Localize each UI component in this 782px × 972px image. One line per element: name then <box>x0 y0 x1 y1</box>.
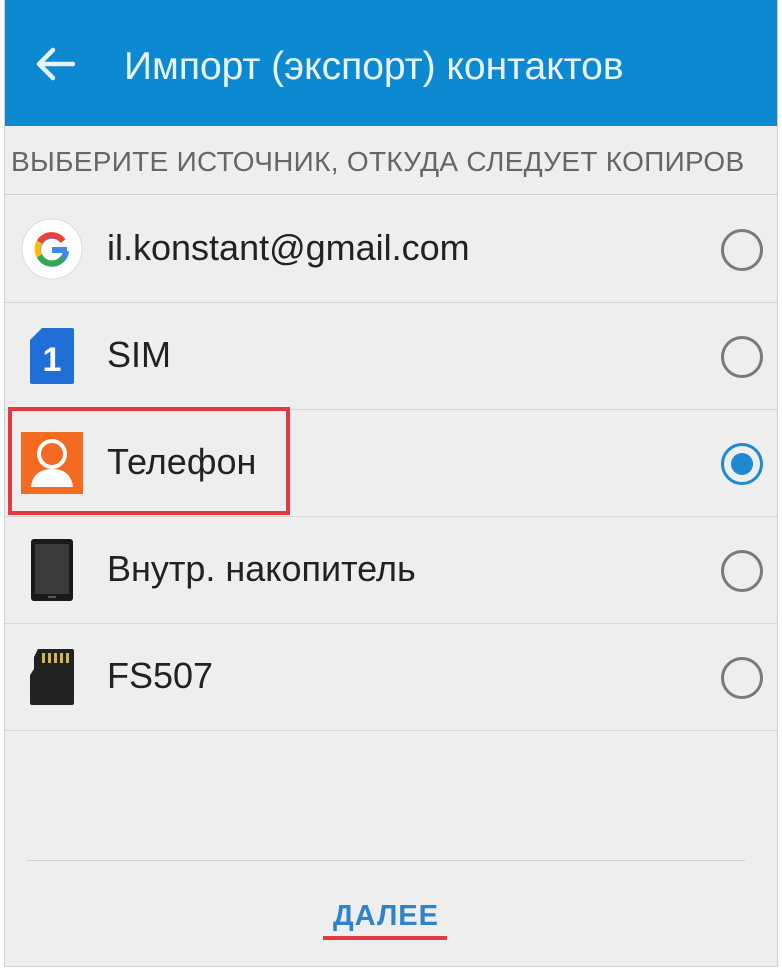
sd-card-icon <box>19 644 85 710</box>
source-item-sd-card[interactable]: FS507 <box>5 624 777 731</box>
source-item-internal-storage[interactable]: Внутр. накопитель <box>5 517 777 624</box>
source-label: FS507 <box>107 655 214 696</box>
sim-badge-text: 1 <box>43 341 62 379</box>
radio-button[interactable] <box>721 229 763 271</box>
source-item-google[interactable]: il.konstant@gmail.com <box>5 196 777 303</box>
back-button[interactable] <box>31 40 79 88</box>
radio-button[interactable] <box>721 657 763 699</box>
radio-button-selected[interactable] <box>721 443 763 485</box>
google-icon <box>19 216 85 282</box>
radio-button[interactable] <box>721 336 763 378</box>
app-bar: Импорт (экспорт) контактов <box>5 0 777 126</box>
divider <box>27 860 745 861</box>
screen: Импорт (экспорт) контактов ВЫБЕРИТЕ ИСТО… <box>4 0 778 967</box>
source-item-sim[interactable]: 1 SIM <box>5 303 777 410</box>
arrow-left-icon <box>36 47 75 81</box>
source-label: Внутр. накопитель <box>107 548 416 589</box>
radio-button[interactable] <box>721 550 763 592</box>
sim-card-icon: 1 <box>19 323 85 389</box>
next-button-underline <box>323 936 447 940</box>
section-header: ВЫБЕРИТЕ ИСТОЧНИК, ОТКУДА СЛЕДУЕТ КОПИРО… <box>5 128 777 195</box>
page-title: Импорт (экспорт) контактов <box>124 45 624 88</box>
highlight-box <box>8 407 290 515</box>
source-label: SIM <box>107 334 172 375</box>
section-header-text: ВЫБЕРИТЕ ИСТОЧНИК, ОТКУДА СЛЕДУЕТ КОПИРО… <box>11 146 745 177</box>
tablet-icon <box>19 537 85 603</box>
next-button[interactable]: ДАЛЕЕ <box>333 900 439 933</box>
source-label: il.konstant@gmail.com <box>107 227 470 268</box>
